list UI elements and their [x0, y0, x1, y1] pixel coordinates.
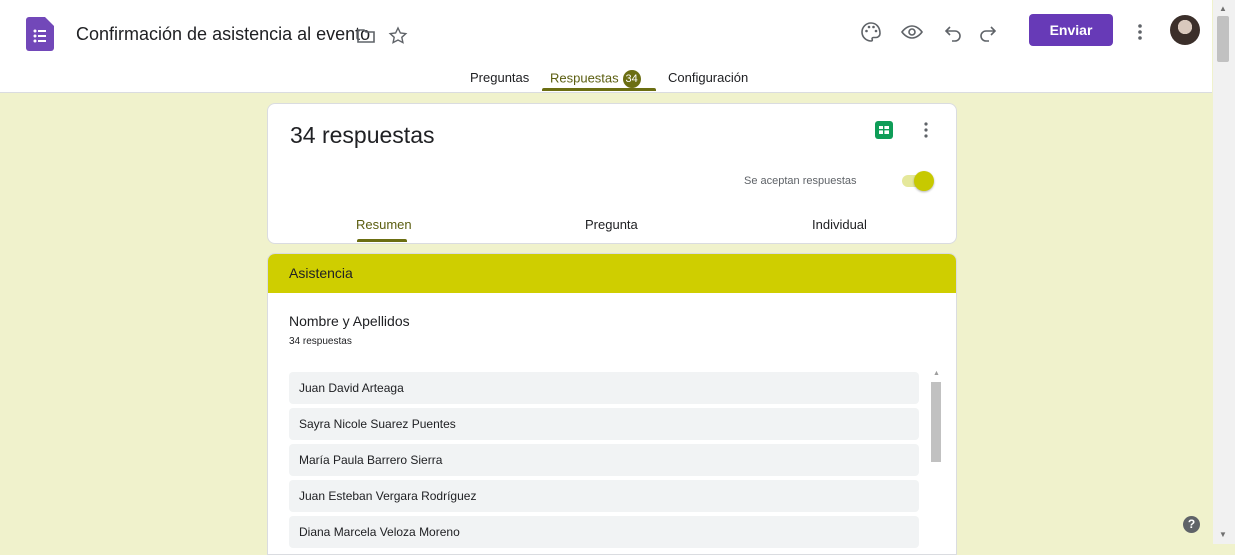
response-list: Juan David Arteaga Sayra Nicole Suarez P… [289, 372, 919, 552]
forms-logo-icon[interactable] [26, 17, 54, 51]
more-vert-icon[interactable] [1128, 20, 1152, 44]
list-item: María Paula Barrero Sierra [289, 444, 919, 476]
tab-responses-label: Respuestas [550, 70, 619, 86]
doc-title[interactable]: Confirmación de asistencia al evento [76, 24, 370, 45]
responses-summary-card: 34 respuestas Se aceptan respuestas Resu… [267, 103, 957, 244]
star-icon[interactable] [388, 26, 408, 46]
palette-icon[interactable] [859, 20, 883, 44]
subtab-individual[interactable]: Individual [812, 217, 867, 232]
scroll-up-arrow-icon[interactable]: ▲ [1219, 4, 1227, 13]
send-button[interactable]: Enviar [1029, 14, 1113, 46]
section-title: Asistencia [289, 265, 353, 281]
tab-responses[interactable]: Respuestas 34 [550, 70, 641, 88]
list-item: Juan Esteban Vergara Rodríguez [289, 480, 919, 512]
list-scrollbar-thumb[interactable] [931, 382, 941, 462]
page-scrollbar-thumb[interactable] [1217, 16, 1229, 62]
card-more-vert-icon[interactable] [918, 120, 934, 140]
tab-questions[interactable]: Preguntas [470, 70, 529, 85]
undo-icon[interactable] [941, 20, 965, 44]
list-scroll-up-icon[interactable]: ▲ [933, 370, 940, 377]
active-tab-indicator [542, 88, 656, 91]
list-item: Diana Marcela Veloza Moreno [289, 516, 919, 548]
help-icon[interactable]: ? [1183, 516, 1200, 533]
subtab-summary[interactable]: Resumen [356, 217, 412, 232]
responses-count-badge: 34 [622, 70, 641, 88]
sheets-icon[interactable] [875, 121, 893, 139]
top-bar: Confirmación de asistencia al evento Env… [0, 0, 1212, 93]
list-item: Juan David Arteaga [289, 372, 919, 404]
tab-settings[interactable]: Configuración [668, 70, 748, 85]
section-header: Asistencia [268, 254, 956, 293]
avatar[interactable] [1170, 15, 1200, 45]
list-item: Sayra Nicole Suarez Puentes [289, 408, 919, 440]
question-title: Nombre y Apellidos [289, 313, 410, 329]
question-response-count: 34 respuestas [289, 336, 352, 347]
scroll-down-arrow-icon[interactable]: ▼ [1219, 530, 1227, 539]
page-scrollbar[interactable]: ▲ ▼ [1213, 0, 1235, 544]
question-summary-card: Asistencia Nombre y Apellidos 34 respues… [267, 253, 957, 555]
preview-eye-icon[interactable] [900, 20, 924, 44]
list-scrollbar[interactable]: ▲ [928, 370, 944, 554]
toggle-knob[interactable] [914, 171, 934, 191]
subtab-question[interactable]: Pregunta [585, 217, 638, 232]
folder-icon[interactable] [356, 26, 376, 46]
active-subtab-indicator [357, 239, 407, 242]
responses-count-title: 34 respuestas [290, 122, 435, 148]
accepting-responses-label: Se aceptan respuestas [744, 175, 857, 187]
redo-icon[interactable] [976, 20, 1000, 44]
